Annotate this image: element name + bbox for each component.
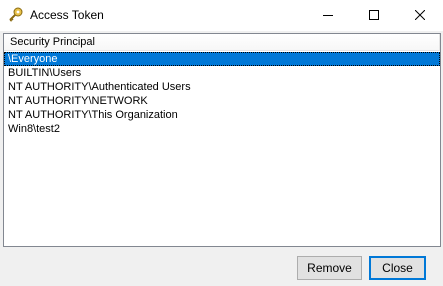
list-item[interactable]: \Everyone: [4, 52, 440, 66]
maximize-icon: [369, 7, 379, 25]
window-title: Access Token: [30, 8, 104, 22]
close-button[interactable]: Close: [369, 256, 426, 280]
list-item[interactable]: BUILTIN\Users: [4, 66, 440, 80]
close-icon: [414, 7, 426, 25]
column-header-security-principal[interactable]: Security Principal: [4, 34, 440, 50]
remove-button[interactable]: Remove: [297, 256, 362, 280]
access-token-window: Access Token Security Principal \Everyon…: [0, 0, 443, 286]
key-icon: [8, 7, 24, 23]
minimize-button[interactable]: [305, 0, 351, 31]
maximize-button[interactable]: [351, 0, 397, 31]
list-item[interactable]: Win8\test2: [4, 122, 440, 136]
list-rows: \Everyone BUILTIN\Users NT AUTHORITY\Aut…: [4, 52, 440, 136]
list-item[interactable]: NT AUTHORITY\Authenticated Users: [4, 80, 440, 94]
list-item[interactable]: NT AUTHORITY\NETWORK: [4, 94, 440, 108]
security-principal-list[interactable]: Security Principal \Everyone BUILTIN\Use…: [3, 33, 441, 247]
title-bar[interactable]: Access Token: [0, 0, 443, 31]
minimize-icon: [323, 7, 333, 25]
close-window-button[interactable]: [397, 0, 443, 31]
list-header: Security Principal: [4, 34, 440, 51]
list-item[interactable]: NT AUTHORITY\This Organization: [4, 108, 440, 122]
